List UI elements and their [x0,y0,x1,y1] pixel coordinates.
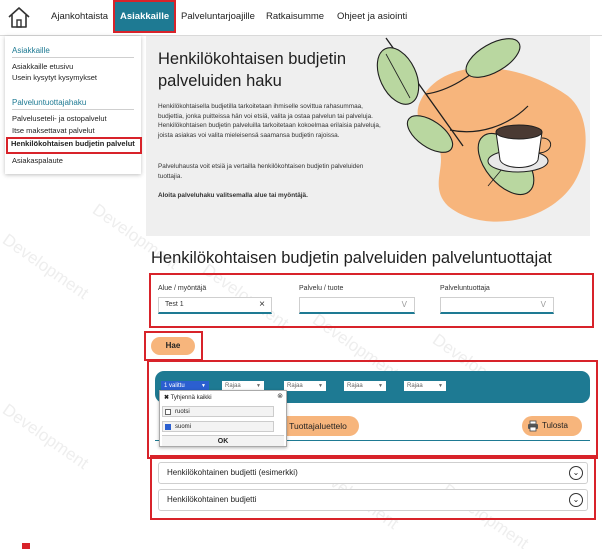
nav-ohjeet-ja-asiointi[interactable]: Ohjeet ja asiointi [337,0,407,33]
top-navigation: Ajankohtaista Asiakkaille Palveluntarjoa… [0,0,602,36]
watermark: Development [0,400,93,474]
provider-label: Palveluntuottaja [440,285,490,292]
results-toolbar: 1 valittu ▼ Rajaa ▼ Rajaa ▼ Rajaa ▼ Raja… [147,360,598,459]
language-select-value: 1 valittu [164,383,185,389]
clear-all-option[interactable]: ✖ Tyhjennä kaikki [164,393,212,403]
search-button[interactable]: Hae [151,337,195,355]
filter-select-2[interactable]: Rajaa ▼ [284,381,326,391]
language-options-popup: ✖ Tyhjennä kaikki ⊗ ruotsi suomi OK [159,390,287,447]
search-filters: Alue / myöntäjä Test 1 × Palvelu / tuote… [149,273,594,328]
area-select[interactable]: Test 1 × [158,297,272,314]
language-option-suomi[interactable]: suomi [162,421,274,432]
results-list: Henkilökohtainen budjetti (esimerkki) ⌄ … [150,455,596,520]
filter-select-value: Rajaa [347,383,363,389]
print-button-label: Tulosta [542,421,568,430]
asiakkaille-dropdown-menu: Asiakkaille Asiakkaille etusivu Usein ky… [5,36,142,174]
checkbox-checked[interactable] [165,424,171,430]
clear-all-label: Tyhjennä kaikki [170,395,212,401]
close-icon[interactable]: ⊗ [277,392,283,400]
home-button[interactable] [6,4,32,30]
filter-select-value: Rajaa [407,383,423,389]
chevron-down-icon: ▼ [318,383,323,389]
plant-and-coffee-illustration [376,37,586,222]
language-option-ruotsi[interactable]: ruotsi [162,406,274,417]
watermark: Development [0,230,93,304]
nav-asiakkaille[interactable]: Asiakkaille [113,0,177,33]
area-label: Alue / myöntäjä [158,285,207,292]
hero-banner: Henkilökohtaisen budjetin palveluiden ha… [146,36,590,236]
section-title: Henkilökohtaisen budjetin palveluiden pa… [151,249,552,267]
area-value: Test 1 [165,301,184,308]
menu-divider [12,109,134,110]
menu-link-usein-kysytyt[interactable]: Usein kysytyt kysymykset [12,73,97,82]
print-button[interactable]: Tulosta [522,416,582,436]
hero-paragraph: Palveluhausta voit etsiä ja vertailla he… [158,163,364,180]
menu-link-itse-maksettavat[interactable]: Itse maksettavat palvelut [12,126,95,135]
menu-link-asiakkaille-etusivu[interactable]: Asiakkaille etusivu [12,62,73,71]
print-icon [528,420,538,432]
provider-list-button[interactable]: Tuottajaluettelo [277,416,359,436]
chevron-down-icon: V [540,300,546,309]
menu-section-heading: Asiakkaille [12,46,50,55]
menu-link-henkilokohtaisen-budjetin-palvelut[interactable]: Henkilökohtaisen budjetin palvelut [6,137,142,154]
filter-select-4[interactable]: Rajaa ▼ [404,381,446,391]
accordion-title: Henkilökohtainen budjetti (esimerkki) [167,468,298,477]
filter-select-3[interactable]: Rajaa ▼ [344,381,386,391]
accordion-title: Henkilökohtainen budjetti [167,495,257,504]
hero-paragraph: Henkilökohtaisella budjetilla tarkoiteta… [158,103,381,139]
clear-icon: ✖ [164,395,170,401]
filter-select-value: Rajaa [287,383,303,389]
provider-select[interactable]: V [440,297,554,314]
page-title: Henkilökohtaisen budjetin palveluiden ha… [158,50,347,90]
chevron-down-icon[interactable]: ⌄ [569,493,583,507]
chevron-down-icon[interactable]: ⌄ [569,466,583,480]
service-select[interactable]: V [299,297,415,314]
nav-palveluntarjoajille[interactable]: Palveluntarjoajille [181,0,255,33]
menu-section-heading: Palveluntuottajahaku [12,98,87,107]
menu-link-asiakaspalaute[interactable]: Asiakaspalaute [12,156,63,165]
hero-instruction: Aloita palveluhaku valitsemalla alue tai… [158,192,308,199]
service-label: Palvelu / tuote [299,285,344,292]
filter-select-value: Rajaa [225,383,241,389]
nav-ajankohtaista[interactable]: Ajankohtaista [51,0,108,33]
menu-divider [12,57,134,58]
checkbox-unchecked[interactable] [165,409,171,415]
nav-ratkaisumme[interactable]: Ratkaisumme [266,0,324,33]
accordion-item[interactable]: Henkilökohtainen budjetti (esimerkki) ⌄ [158,462,588,484]
search-button-highlight: Hae [144,331,203,361]
menu-link-palveluseteli[interactable]: Palveluseteli- ja ostopalvelut [12,114,107,123]
option-label: ruotsi [175,409,190,415]
home-icon [8,7,30,28]
chevron-down-icon: ▼ [438,383,443,389]
ok-button[interactable]: OK [162,435,284,446]
annotation-marker [22,543,30,549]
clear-icon[interactable]: × [259,298,265,312]
option-label: suomi [175,424,192,430]
chevron-down-icon: ▼ [378,383,383,389]
accordion-item[interactable]: Henkilökohtainen budjetti ⌄ [158,489,588,511]
chevron-down-icon: V [401,300,407,309]
